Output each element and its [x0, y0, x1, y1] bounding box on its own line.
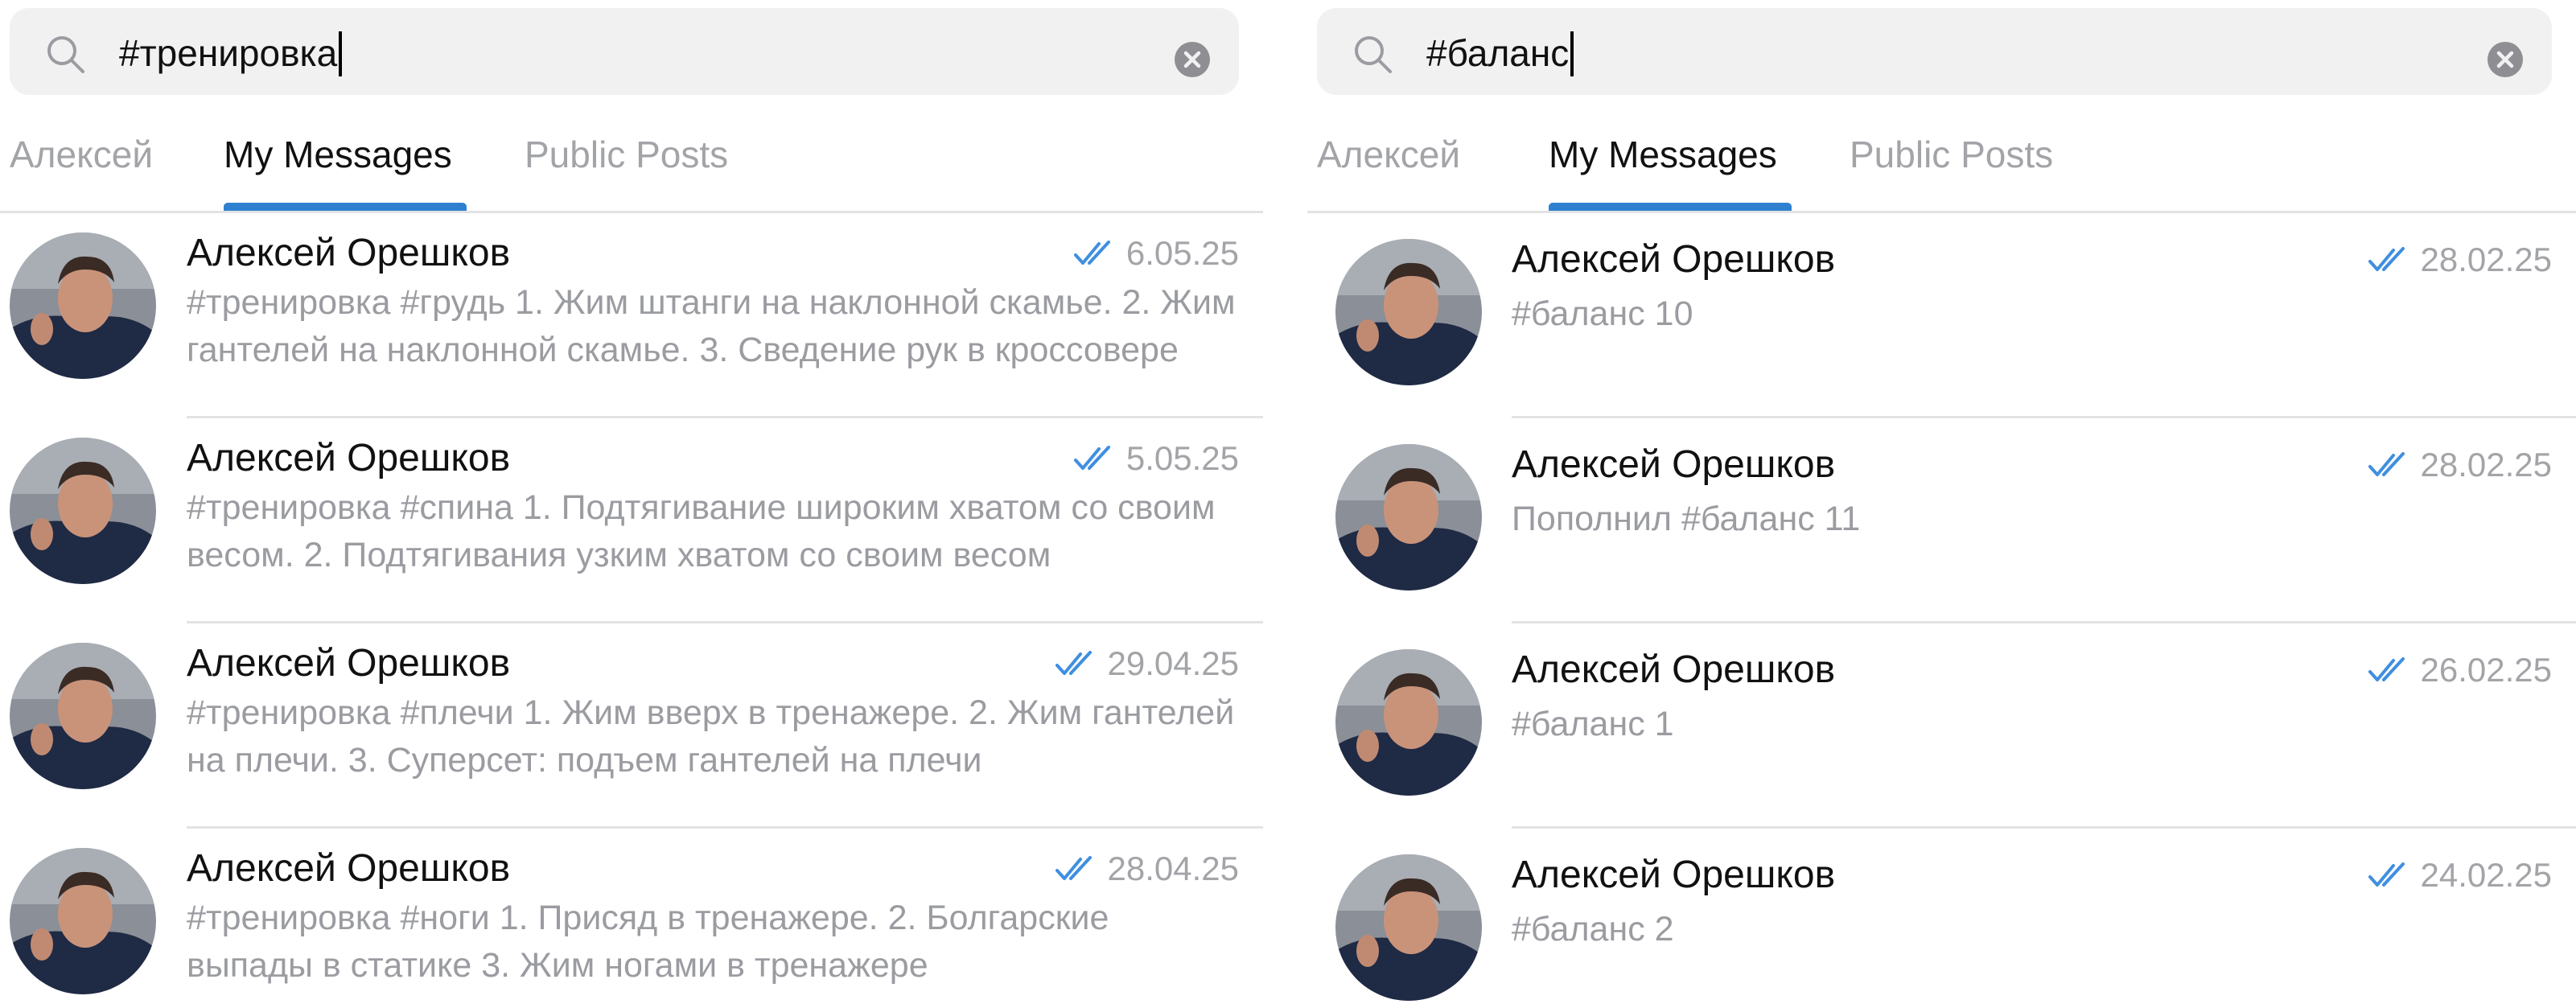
text-caret: [339, 31, 343, 76]
message-meta: 5.05.25: [1073, 436, 1239, 481]
sender-name: Алексей Орешков: [1512, 238, 1836, 281]
message-preview: #тренировка #ноги 1. Присяд в тренажере.…: [187, 899, 1109, 985]
avatar[interactable]: [1335, 239, 1482, 385]
search-scope-tabs: Алексей My Messages Public Posts: [0, 121, 1263, 212]
message-date: 26.02.25: [2420, 651, 2553, 689]
sender-name: Алексей Орешков: [187, 847, 511, 890]
avatar[interactable]: [10, 438, 156, 584]
message-date: 28.02.25: [2420, 446, 2553, 483]
search-query: #баланс: [1426, 32, 1570, 74]
avatar[interactable]: [10, 848, 156, 994]
search-panel-right: #баланс Алексей My Messages Public Posts: [1307, 0, 2576, 1004]
double-check-icon: [2368, 862, 2405, 887]
message-meta: 28.02.25: [2368, 237, 2553, 282]
message-preview: Пополнил #баланс 11: [1512, 500, 1861, 538]
search-input[interactable]: #баланс: [1426, 31, 1574, 76]
message-meta: 26.02.25: [2368, 648, 2553, 693]
list-item[interactable]: Алексей Орешков 29.04.25 #тренировка #пл…: [0, 623, 1263, 829]
message-meta: 24.02.25: [2368, 853, 2553, 898]
message-preview: #тренировка #грудь 1. Жим штанги на накл…: [187, 283, 1236, 369]
sender-name: Алексей Орешков: [187, 437, 511, 479]
search-panel-left: #тренировка Алексей My Messages Public P…: [0, 0, 1263, 1004]
message-date: 29.04.25: [1107, 644, 1240, 682]
message-meta: 6.05.25: [1073, 231, 1239, 276]
message-preview: #баланс 1: [1512, 705, 1674, 743]
avatar[interactable]: [1335, 854, 1482, 1001]
sender-name: Алексей Орешков: [187, 232, 511, 274]
search-bar[interactable]: #тренировка: [10, 8, 1239, 95]
search-icon: [1355, 36, 1392, 73]
text-caret: [1570, 31, 1574, 76]
search-icon: [47, 36, 84, 73]
message-meta: 28.04.25: [1055, 846, 1240, 891]
list-item[interactable]: Алексей Орешков 6.05.25 #тренировка #гру…: [0, 213, 1263, 418]
clear-icon[interactable]: [2486, 40, 2525, 79]
double-check-icon: [2368, 657, 2405, 681]
avatar[interactable]: [1335, 444, 1482, 590]
message-meta: 28.02.25: [2368, 442, 2553, 488]
list-item[interactable]: Алексей Орешков 5.05.25 #тренировка #спи…: [0, 418, 1263, 623]
results-list: Алексей Орешков 28.02.25 #баланс 10 Алек…: [1307, 213, 2576, 1004]
results-list: Алексей Орешков 6.05.25 #тренировка #гру…: [0, 213, 1263, 1004]
message-date: 28.04.25: [1107, 850, 1240, 887]
list-item[interactable]: Алексей Орешков 24.02.25 #баланс 2: [1307, 829, 2576, 1004]
list-item[interactable]: Алексей Орешков 28.04.25 #тренировка #но…: [0, 829, 1263, 1004]
avatar[interactable]: [1335, 649, 1482, 796]
list-item[interactable]: Алексей Орешков 28.02.25 #баланс 10: [1307, 213, 2576, 418]
message-preview: #баланс 2: [1512, 910, 1674, 948]
tab-public-posts[interactable]: Public Posts: [1850, 130, 2053, 179]
double-check-icon: [1073, 446, 1110, 470]
double-check-icon: [2368, 452, 2405, 476]
tab-my-messages[interactable]: My Messages: [224, 130, 452, 179]
tab-chat[interactable]: Алексей: [1317, 130, 1460, 179]
active-tab-indicator: [224, 203, 467, 211]
tab-my-messages[interactable]: My Messages: [1549, 130, 1777, 179]
message-meta: 29.04.25: [1055, 641, 1240, 686]
message-date: 5.05.25: [1125, 439, 1239, 477]
message-preview: #баланс 10: [1512, 294, 1693, 333]
search-results-page: #тренировка Алексей My Messages Public P…: [0, 0, 2576, 1004]
tab-public-posts[interactable]: Public Posts: [525, 130, 728, 179]
search-scope-tabs: Алексей My Messages Public Posts: [1307, 121, 2576, 212]
double-check-icon: [1055, 856, 1092, 880]
double-check-icon: [1073, 241, 1110, 265]
message-preview: #тренировка #спина 1. Подтягивание широк…: [187, 488, 1216, 574]
sender-name: Алексей Орешков: [187, 642, 511, 685]
sender-name: Алексей Орешков: [1512, 854, 1836, 896]
sender-name: Алексей Орешков: [1512, 648, 1836, 691]
active-tab-indicator: [1549, 203, 1792, 211]
message-date: 24.02.25: [2420, 856, 2553, 894]
message-date: 6.05.25: [1125, 234, 1239, 272]
tab-chat[interactable]: Алексей: [10, 130, 153, 179]
sender-name: Алексей Орешков: [1512, 443, 1836, 486]
avatar[interactable]: [10, 232, 156, 379]
clear-icon[interactable]: [1173, 40, 1212, 79]
message-preview: #тренировка #плечи 1. Жим вверх в тренаж…: [187, 693, 1235, 780]
double-check-icon: [1055, 651, 1092, 675]
search-bar[interactable]: #баланс: [1317, 8, 2552, 95]
avatar[interactable]: [10, 643, 156, 789]
search-query: #тренировка: [119, 32, 338, 74]
search-input[interactable]: #тренировка: [119, 31, 343, 76]
message-date: 28.02.25: [2420, 241, 2553, 278]
double-check-icon: [2368, 247, 2405, 271]
list-item[interactable]: Алексей Орешков 26.02.25 #баланс 1: [1307, 623, 2576, 829]
list-item[interactable]: Алексей Орешков 28.02.25 Пополнил #балан…: [1307, 418, 2576, 623]
